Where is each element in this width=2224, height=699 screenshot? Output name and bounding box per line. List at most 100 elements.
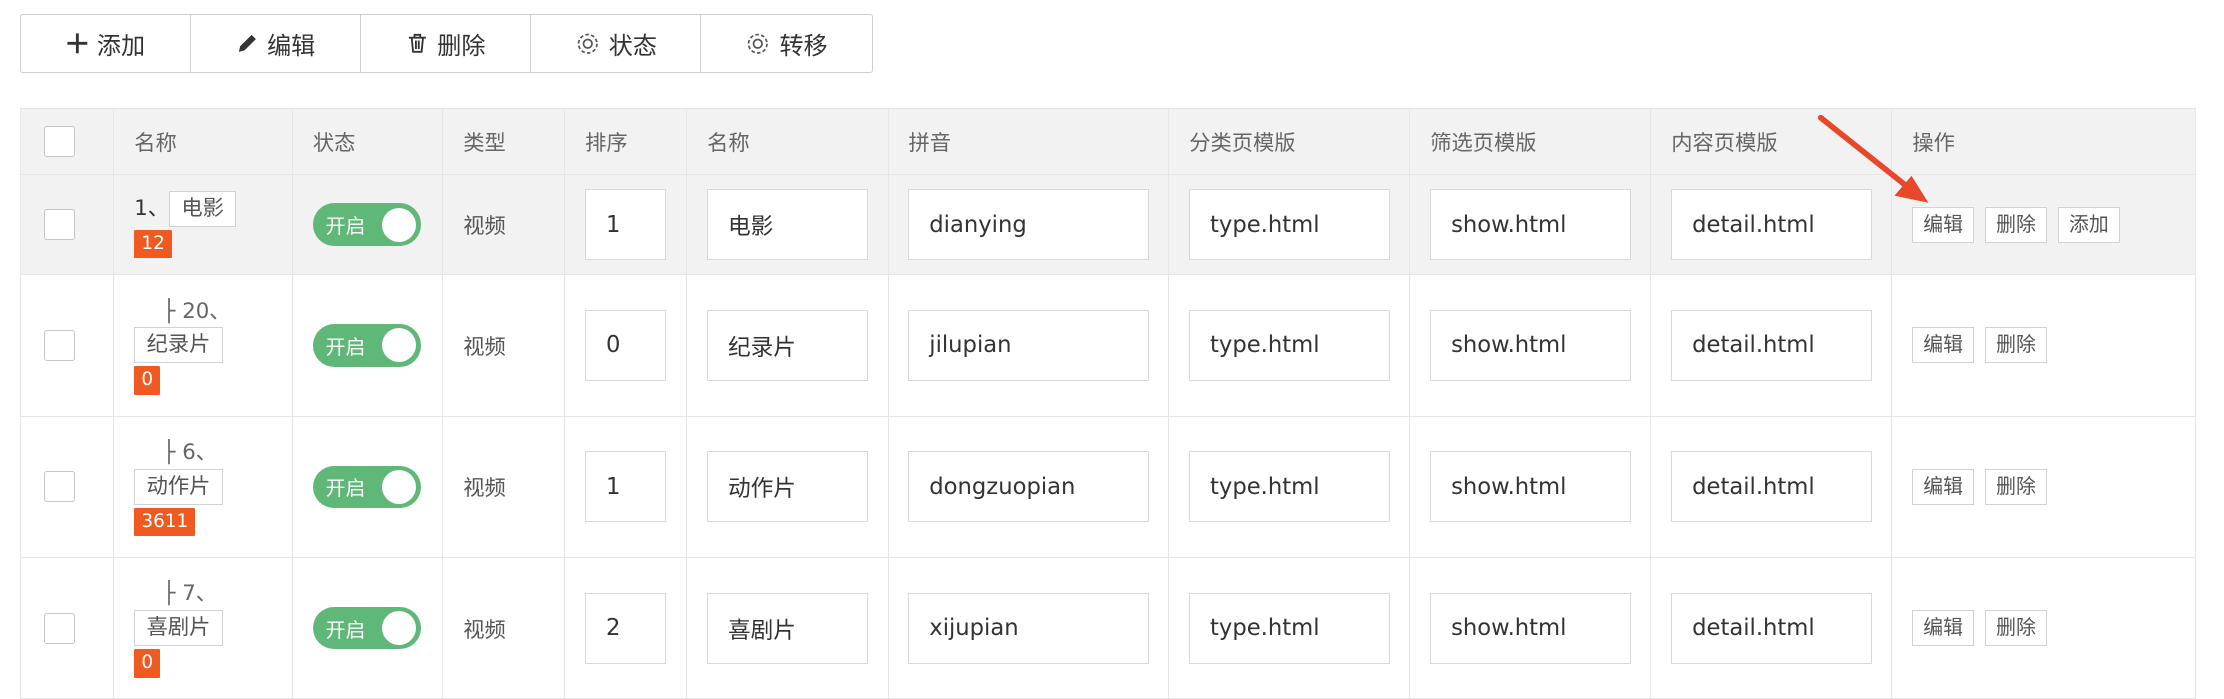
edit-button-label: 编辑 (267, 32, 316, 61)
header-sort: 排序 (564, 107, 688, 175)
pinyin-cell: dianying (887, 173, 1170, 276)
edit-button[interactable]: 编辑 (191, 15, 362, 72)
category-name-tag[interactable]: 电影 (169, 190, 237, 227)
row-delete-button[interactable]: 删除 (1985, 327, 2047, 364)
table-row: ├ 7、 喜剧片 0 开启 视频 2 喜剧片 xijupian type.htm… (19, 556, 2196, 699)
category-template-cell: type.html (1168, 415, 1411, 558)
count-badge: 3611 (134, 507, 196, 537)
row-edit-button[interactable]: 编辑 (1912, 327, 1974, 364)
count-badge: 0 (134, 366, 161, 395)
row-select-cell (19, 173, 115, 276)
status-button[interactable]: 状态 (531, 15, 702, 72)
filter-template-cell: show.html (1409, 274, 1652, 417)
category-name-cell: ├ 7、 喜剧片 0 (113, 556, 294, 699)
sort-cell: 1 (564, 415, 688, 558)
row-checkbox[interactable] (43, 329, 75, 362)
status-toggle-label: 开启 (325, 477, 366, 501)
row-delete-button[interactable]: 删除 (1985, 468, 2047, 505)
pinyin-cell: dongzuopian (887, 415, 1170, 558)
table-header-row: 名称 状态 类型 排序 名称 拼音 分类页模版 筛选页模版 内容页模版 操作 (19, 107, 2196, 175)
add-button[interactable]: 添加 (21, 15, 191, 72)
type-cell: 视频 (442, 415, 566, 558)
status-toggle-label: 开启 (325, 215, 366, 239)
header-category-template: 分类页模版 (1168, 107, 1411, 175)
header-pinyin: 拼音 (887, 107, 1170, 175)
row-select-cell (19, 274, 115, 417)
name-input[interactable]: 纪录片 (707, 309, 868, 381)
category-name-cell: 1、 电影 12 (113, 173, 294, 276)
content-template-input[interactable]: detail.html (1671, 189, 1872, 261)
content-template-input[interactable]: detail.html (1671, 309, 1872, 381)
name-input[interactable]: 动作片 (707, 451, 868, 523)
pinyin-input[interactable]: dongzuopian (908, 451, 1149, 523)
sort-input[interactable]: 2 (585, 592, 667, 664)
name-input[interactable]: 电影 (707, 189, 868, 261)
sort-input[interactable]: 0 (585, 309, 667, 381)
category-template-input[interactable]: type.html (1189, 592, 1390, 664)
row-checkbox[interactable] (43, 612, 75, 644)
transfer-button[interactable]: 转移 (701, 15, 871, 72)
row-delete-button[interactable]: 删除 (1985, 206, 2047, 243)
status-toggle[interactable]: 开启 (312, 606, 421, 650)
sort-cell: 1 (564, 173, 688, 276)
status-toggle[interactable]: 开启 (312, 203, 421, 246)
row-checkbox[interactable] (43, 471, 75, 503)
filter-template-cell: show.html (1409, 415, 1652, 558)
status-toggle[interactable]: 开启 (312, 465, 421, 509)
name-input-cell: 喜剧片 (686, 556, 889, 699)
row-checkbox[interactable] (43, 209, 75, 241)
row-edit-button[interactable]: 编辑 (1912, 206, 1974, 243)
header-actions: 操作 (1891, 107, 2196, 175)
pinyin-input[interactable]: jilupian (908, 309, 1149, 381)
category-name-tag[interactable]: 动作片 (134, 468, 223, 505)
row-edit-button[interactable]: 编辑 (1912, 468, 1974, 505)
select-all-checkbox[interactable] (43, 125, 75, 157)
pinyin-input[interactable]: xijupian (908, 592, 1149, 664)
row-edit-button[interactable]: 编辑 (1912, 610, 1974, 647)
category-template-input[interactable]: type.html (1189, 309, 1390, 381)
header-content-template: 内容页模版 (1650, 107, 1893, 175)
status-toggle[interactable]: 开启 (312, 324, 421, 367)
content-template-input[interactable]: detail.html (1671, 451, 1872, 523)
category-name-cell: ├ 6、 动作片 3611 (113, 415, 294, 558)
name-input-cell: 电影 (686, 173, 889, 276)
filter-template-input[interactable]: show.html (1430, 451, 1631, 523)
status-cell: 开启 (292, 173, 444, 276)
delete-button-label: 删除 (437, 32, 486, 61)
header-name: 名称 (113, 107, 294, 175)
sort-input[interactable]: 1 (585, 189, 667, 261)
filter-template-input[interactable]: show.html (1430, 189, 1631, 261)
type-cell: 视频 (442, 556, 566, 699)
status-cell: 开启 (292, 274, 444, 417)
filter-template-cell: show.html (1409, 173, 1652, 276)
category-name-cell: ├ 20、 纪录片 0 (113, 274, 294, 417)
name-input[interactable]: 喜剧片 (707, 592, 868, 664)
row-delete-button[interactable]: 删除 (1985, 610, 2047, 647)
delete-button[interactable]: 删除 (361, 15, 532, 72)
filter-template-cell: show.html (1409, 556, 1652, 699)
toggle-knob (382, 328, 417, 363)
category-name-tag[interactable]: 喜剧片 (134, 610, 223, 647)
name-input-cell: 纪录片 (686, 274, 889, 417)
status-toggle-label: 开启 (325, 618, 366, 642)
count-badge: 0 (134, 649, 161, 678)
sort-input[interactable]: 1 (585, 451, 667, 523)
category-template-input[interactable]: type.html (1189, 451, 1390, 523)
category-template-cell: type.html (1168, 173, 1411, 276)
category-prefix: 1、 (134, 195, 170, 221)
actions-cell: 编辑 删除 (1891, 415, 2196, 558)
transfer-button-label: 转移 (779, 32, 828, 61)
select-all-cell (19, 107, 115, 175)
pinyin-input[interactable]: dianying (908, 189, 1149, 261)
content-template-input[interactable]: detail.html (1671, 592, 1872, 664)
header-type: 类型 (442, 107, 566, 175)
row-add-button[interactable]: 添加 (2058, 206, 2120, 243)
category-name-tag[interactable]: 纪录片 (134, 327, 223, 364)
content-template-cell: detail.html (1650, 556, 1893, 699)
type-cell: 视频 (442, 274, 566, 417)
pinyin-cell: xijupian (887, 556, 1170, 699)
filter-template-input[interactable]: show.html (1430, 309, 1631, 381)
filter-template-input[interactable]: show.html (1430, 592, 1631, 664)
category-template-input[interactable]: type.html (1189, 189, 1390, 261)
plus-icon (66, 32, 89, 55)
